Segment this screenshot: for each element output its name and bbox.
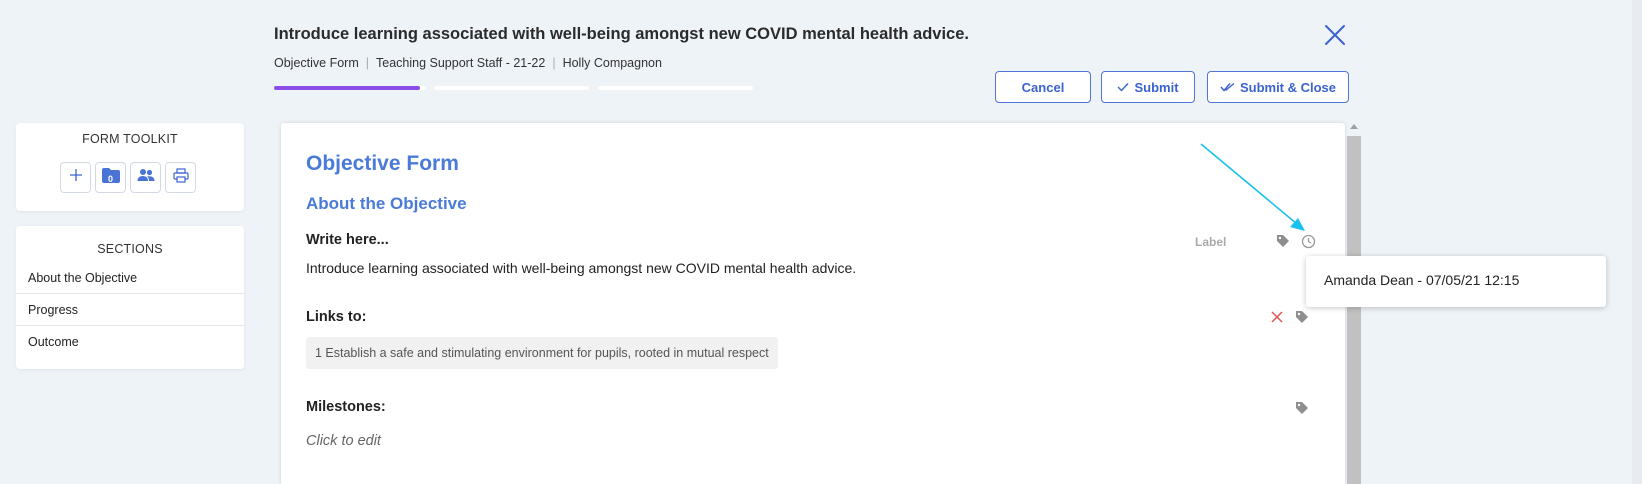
print-icon [172,167,189,188]
submit-label: Submit [1134,79,1179,95]
submit-close-button[interactable]: Submit & Close [1207,71,1349,103]
submit-button[interactable]: Submit [1101,71,1195,103]
label-button[interactable]: Label [1195,235,1226,249]
milestones-label: Milestones: [306,399,386,415]
linked-standard-chip[interactable]: 1 Establish a safe and stimulating envir… [306,337,778,369]
cancel-label: Cancel [1021,79,1065,95]
sections-panel: SECTIONS About the Objective Progress Ou… [16,226,244,369]
progress-step-3 [598,86,753,90]
progress-step-2 [434,86,589,90]
tag-icon[interactable] [1275,233,1291,249]
cancel-button[interactable]: Cancel [995,71,1091,103]
form-title: Objective Form [306,152,459,175]
objective-text[interactable]: Introduce learning associated with well-… [306,260,856,276]
delete-icon[interactable] [1269,309,1285,325]
breadcrumb: Objective Form | Teaching Support Staff … [274,56,662,70]
window-edge [1632,0,1642,484]
section-title: About the Objective [306,194,467,213]
scroll-thumb[interactable] [1347,136,1361,484]
document-count-badge: 0 [107,173,114,184]
people-button[interactable] [130,162,161,193]
breadcrumb-person: Holly Compagnon [562,56,662,70]
breadcrumb-separator: | [365,56,369,70]
section-item-progress[interactable]: Progress [16,294,244,326]
sections-heading: SECTIONS [97,242,163,256]
breadcrumb-separator: | [552,56,556,70]
links-to-label: Links to: [306,309,367,325]
scroll-up-arrow-icon[interactable] [1347,120,1361,132]
add-button[interactable] [60,162,91,193]
form-toolkit-panel: FORM TOOLKIT 0 [16,123,244,211]
toolkit-buttons: 0 [60,162,196,193]
close-icon[interactable] [1322,22,1348,48]
section-item-outcome[interactable]: Outcome [16,326,244,358]
plus-icon [69,168,83,187]
people-icon [137,168,155,187]
sections-list: About the Objective Progress Outcome [16,262,244,358]
breadcrumb-form: Objective Form [274,56,359,70]
tag-icon[interactable] [1294,309,1310,325]
print-button[interactable] [165,162,196,193]
check-icon [1117,82,1129,92]
history-clock-icon[interactable] [1300,233,1316,249]
page-title: Introduce learning associated with well-… [274,25,969,43]
milestones-click-to-edit[interactable]: Click to edit [306,433,381,449]
write-here-label: Write here... [306,232,389,248]
double-check-icon [1220,82,1235,92]
tag-icon[interactable] [1294,400,1310,416]
form-card: Objective Form About the Objective Write… [281,123,1345,484]
submit-close-label: Submit & Close [1239,79,1337,95]
form-toolkit-heading: FORM TOOLKIT [82,132,178,146]
section-item-about-the-objective[interactable]: About the Objective [16,262,244,294]
history-popover: Amanda Dean - 07/05/21 12:15 [1306,256,1606,307]
progress-fill [274,86,420,90]
breadcrumb-group: Teaching Support Staff - 21-22 [376,56,546,70]
progress-step-1 [274,86,426,90]
documents-button[interactable]: 0 [95,162,126,193]
history-entry: Amanda Dean - 07/05/21 12:15 [1324,272,1520,288]
